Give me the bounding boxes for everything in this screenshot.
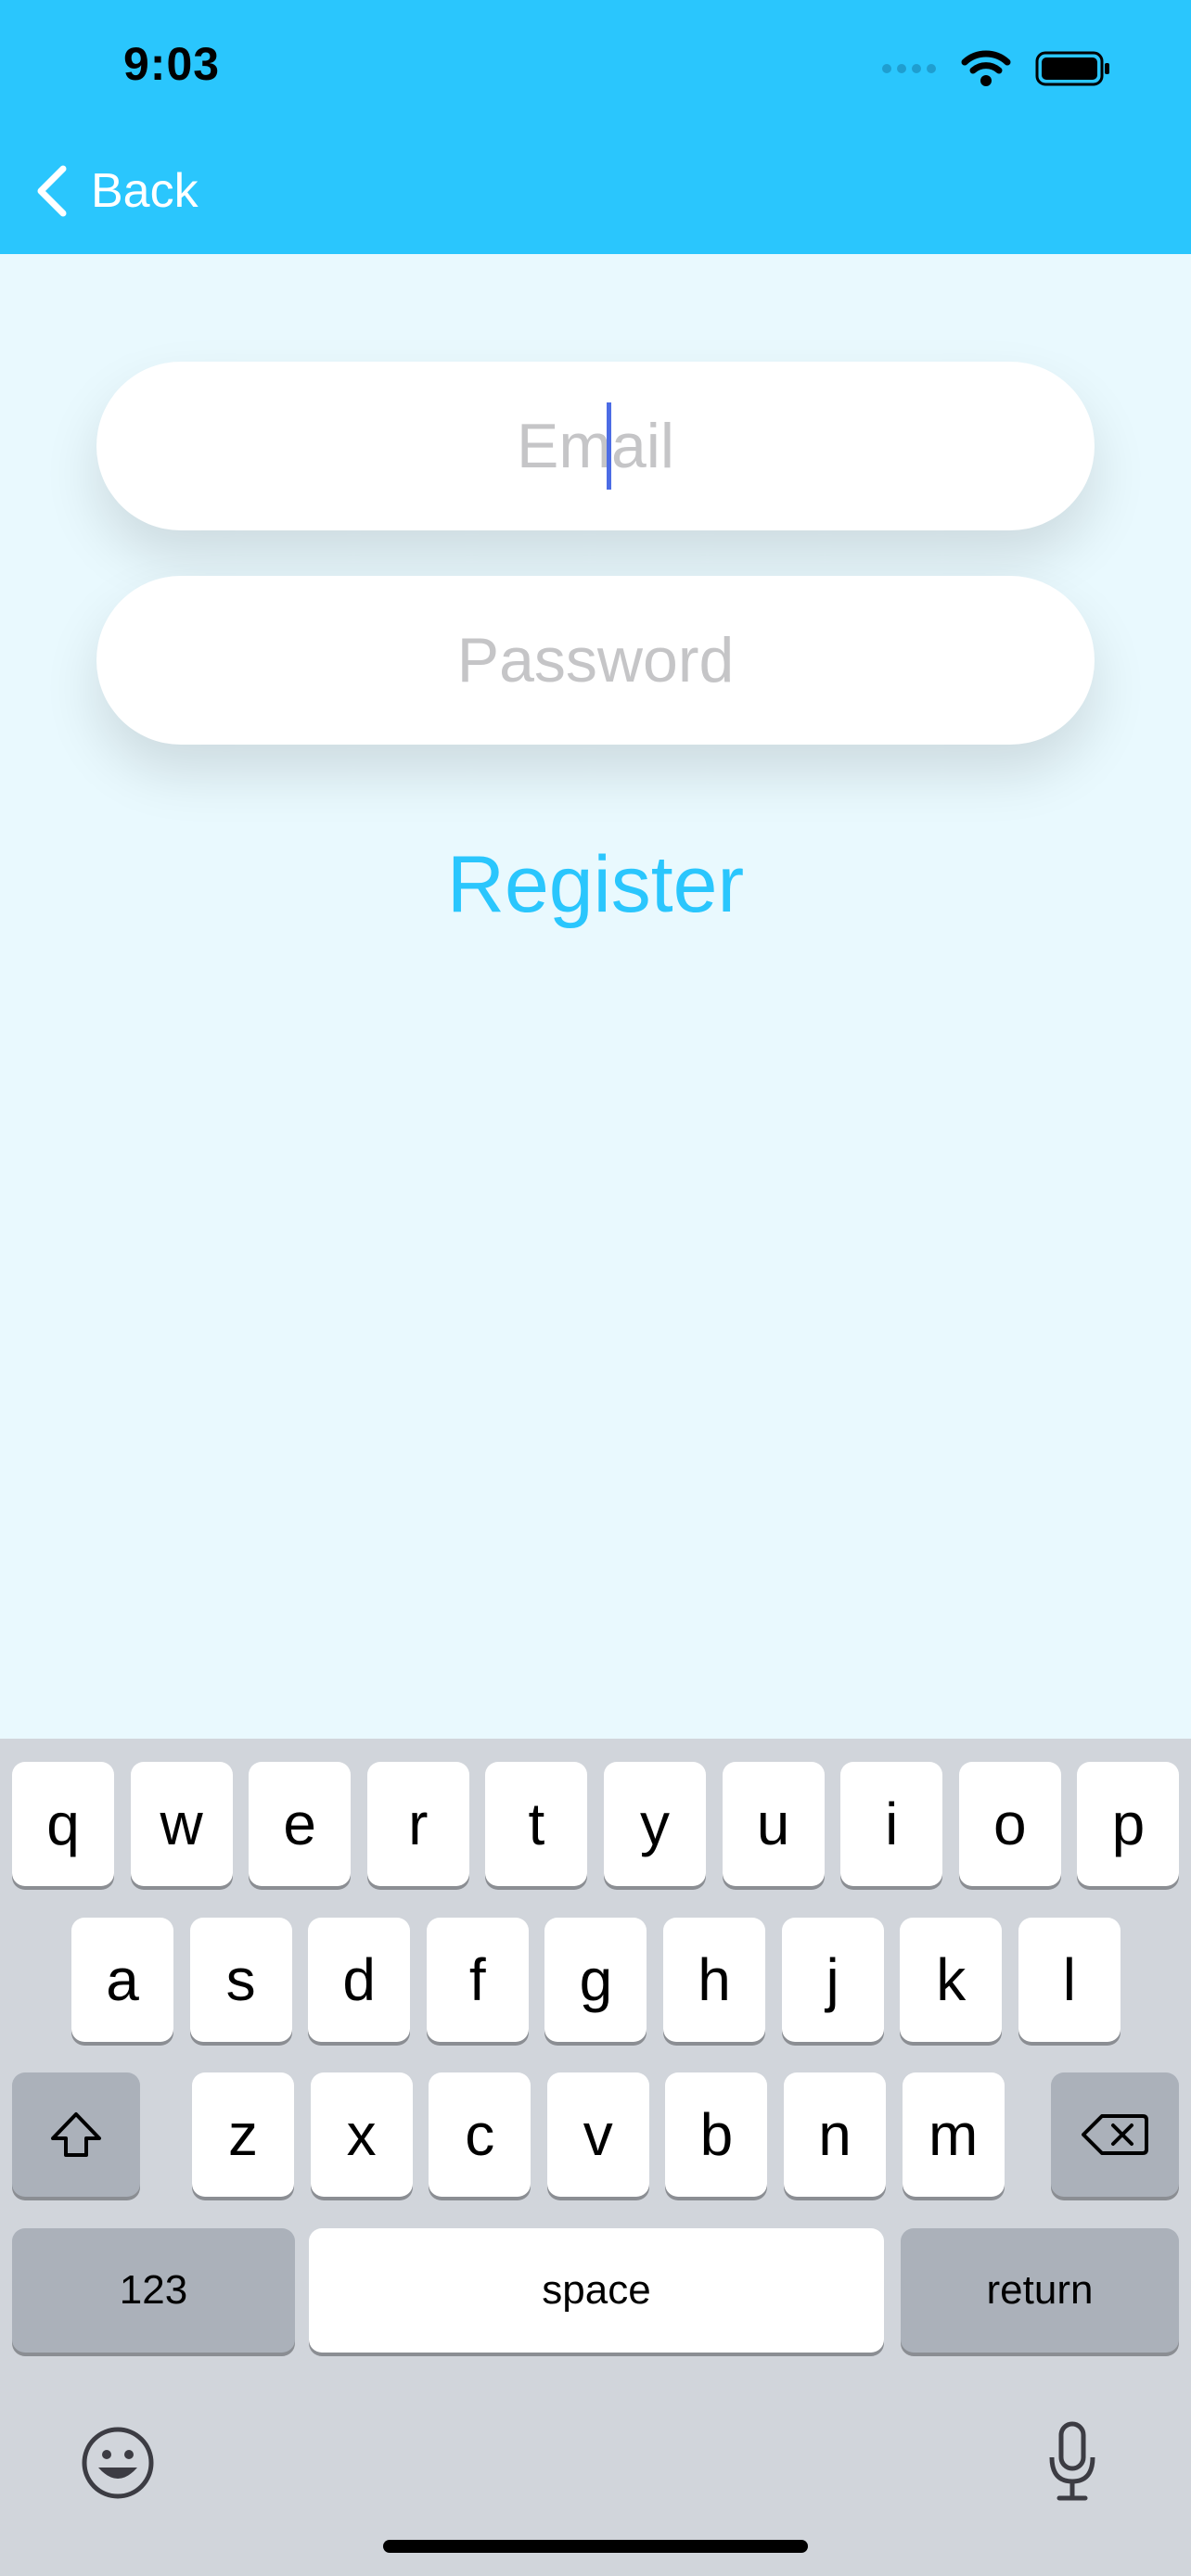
key-h[interactable]: h <box>663 1918 765 2042</box>
register-button[interactable]: Register <box>0 839 1191 931</box>
key-a[interactable]: a <box>71 1918 173 2042</box>
back-label: Back <box>91 164 198 218</box>
key-f[interactable]: f <box>426 1918 529 2042</box>
emoji-icon[interactable] <box>80 2425 156 2501</box>
back-button[interactable]: Back <box>35 158 198 224</box>
return-key[interactable]: return <box>901 2228 1179 2353</box>
key-e[interactable]: e <box>249 1762 352 1886</box>
key-z[interactable]: z <box>192 2072 294 2197</box>
key-v[interactable]: v <box>546 2072 649 2197</box>
battery-icon <box>1035 51 1109 86</box>
key-p[interactable]: p <box>1077 1762 1180 1886</box>
status-time: 9:03 <box>123 38 221 90</box>
shift-icon <box>51 2112 101 2157</box>
key-j[interactable]: j <box>781 1918 884 2042</box>
key-o[interactable]: o <box>958 1762 1061 1886</box>
key-s[interactable]: s <box>189 1918 292 2042</box>
nav-header: 9:03 Back <box>0 0 1191 254</box>
home-indicator <box>383 2540 808 2553</box>
backspace-icon <box>1082 2114 1148 2155</box>
key-m[interactable]: m <box>902 2072 1005 2197</box>
key-r[interactable]: r <box>366 1762 469 1886</box>
delete-key[interactable] <box>1051 2072 1179 2197</box>
text-cursor <box>607 402 611 490</box>
email-field-container <box>96 362 1095 530</box>
key-t[interactable]: t <box>485 1762 588 1886</box>
key-y[interactable]: y <box>604 1762 706 1886</box>
shift-key[interactable] <box>12 2072 140 2197</box>
key-c[interactable]: c <box>429 2072 531 2197</box>
keyboard: qwertyuiop asdfghjkl zxcvbnm 123 space ret… <box>0 1739 1191 2576</box>
key-l[interactable]: l <box>1018 1918 1121 2042</box>
numbers-key[interactable]: 123 <box>12 2228 295 2353</box>
wifi-icon <box>961 50 1011 86</box>
key-i[interactable]: i <box>840 1762 943 1886</box>
password-field-container <box>96 576 1095 745</box>
key-n[interactable]: n <box>784 2072 886 2197</box>
status-icons <box>881 45 1111 93</box>
microphone-icon[interactable] <box>1044 2420 1100 2504</box>
key-u[interactable]: u <box>722 1762 825 1886</box>
space-key[interactable]: space <box>309 2228 884 2353</box>
key-q[interactable]: q <box>12 1762 114 1886</box>
key-w[interactable]: w <box>130 1762 233 1886</box>
signal-icon <box>882 64 936 73</box>
key-k[interactable]: k <box>900 1918 1003 2042</box>
key-x[interactable]: x <box>310 2072 413 2197</box>
chevron-left-icon <box>37 165 67 217</box>
key-d[interactable]: d <box>308 1918 411 2042</box>
password-field[interactable] <box>96 623 1095 697</box>
key-g[interactable]: g <box>544 1918 647 2042</box>
key-b[interactable]: b <box>665 2072 768 2197</box>
email-field[interactable] <box>96 409 1095 483</box>
